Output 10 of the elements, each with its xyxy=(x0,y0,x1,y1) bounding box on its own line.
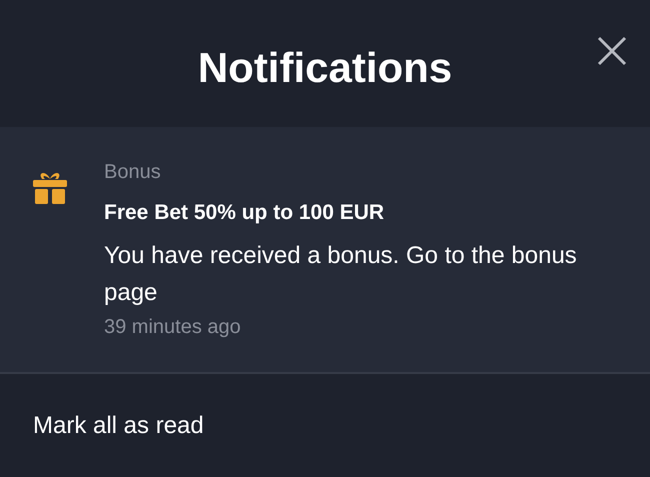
window-title: Notifications xyxy=(198,46,452,88)
notification-item[interactable]: Bonus Free Bet 50% up to 100 EUR You have received a bonus. Go to the bonus page 39 minutes ago xyxy=(0,127,650,372)
notification-message: You have received a bonus. Go to the bonus page xyxy=(104,241,578,308)
notification-category: Bonus xyxy=(104,160,162,184)
gift-icon xyxy=(33,170,67,204)
notification-time: 39 minutes ago xyxy=(104,315,242,339)
mark-all-read-link[interactable]: Mark all as read xyxy=(33,414,204,438)
close-icon xyxy=(597,36,627,66)
notification-title: Free Bet 50% up to 100 EUR xyxy=(104,200,386,226)
close-button[interactable] xyxy=(596,35,628,67)
